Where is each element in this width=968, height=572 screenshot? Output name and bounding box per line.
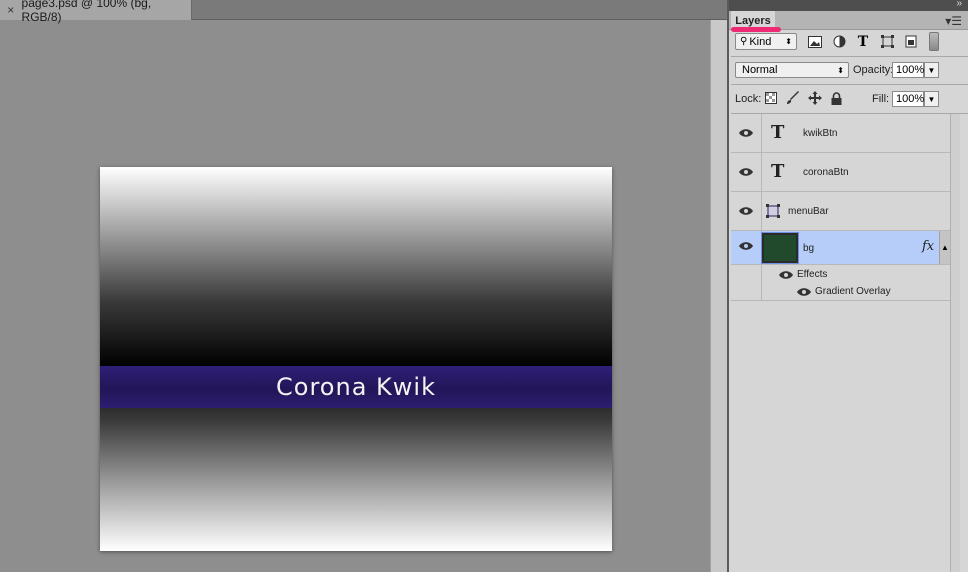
divider — [731, 84, 968, 85]
visibility-column-divider — [761, 114, 762, 152]
panel-dock-bar: » — [729, 0, 968, 11]
panel-header: Layers ▾☰ — [729, 11, 968, 32]
visibility-eye-icon[interactable] — [739, 128, 753, 138]
image-filter-icon[interactable] — [807, 34, 823, 49]
text-layer-thumbnail-icon: T — [771, 161, 785, 182]
select-arrows-icon: ⬍ — [785, 37, 792, 46]
effect-item-gradient-overlay[interactable]: Gradient Overlay — [731, 284, 950, 301]
layer-effects-fx-icon[interactable]: fx — [922, 239, 934, 254]
visibility-eye-icon[interactable] — [739, 167, 753, 177]
document-vertical-scrollbar[interactable] — [710, 20, 727, 572]
document-tab[interactable]: × page3.psd @ 100% (bg, RGB/8) — [0, 0, 192, 24]
layer-thumbnail — [762, 233, 798, 263]
fill-dropdown-icon[interactable]: ▼ — [924, 91, 939, 107]
filter-kind-label: Kind — [749, 35, 772, 48]
document-area: × page3.psd @ 100% (bg, RGB/8) Corona Kw… — [0, 0, 727, 572]
adjustment-filter-icon[interactable] — [831, 34, 847, 49]
fill-input[interactable]: 100% — [892, 91, 924, 107]
visibility-column-divider — [761, 284, 762, 300]
lock-label: Lock: — [735, 93, 762, 105]
blend-mode-select[interactable]: Normal ⬍ — [735, 62, 849, 78]
visibility-eye-icon[interactable] — [739, 206, 753, 216]
opacity-dropdown-icon[interactable]: ▼ — [924, 62, 939, 78]
menu-bar-layer-preview: Corona Kwik — [100, 366, 612, 408]
opacity-input[interactable]: 100% — [892, 62, 924, 78]
layer-row-menubar[interactable]: menuBar — [731, 192, 950, 231]
visibility-column-divider — [761, 153, 762, 191]
shape-layer-thumbnail-icon — [766, 204, 780, 218]
lock-image-pixels-brush-icon[interactable] — [785, 91, 800, 105]
smart-object-filter-icon[interactable] — [903, 34, 919, 49]
lock-transparent-pixels-icon[interactable] — [763, 91, 778, 105]
effects-label: Effects — [797, 269, 828, 280]
opacity-label: Opacity: — [853, 64, 894, 76]
layers-panel-scrollbar[interactable] — [950, 114, 960, 572]
layer-name[interactable]: menuBar — [788, 206, 829, 217]
search-icon: ⚲ — [740, 36, 748, 47]
visibility-eye-icon[interactable] — [739, 241, 753, 251]
canvas-title-text: Corona Kwik — [276, 373, 436, 401]
lock-position-move-icon[interactable] — [807, 91, 822, 105]
filter-toggle-switch[interactable] — [929, 32, 939, 51]
layer-row-coronabtn[interactable]: T coronaBtn — [731, 153, 950, 192]
layer-row-kwikbtn[interactable]: T kwikBtn — [731, 114, 950, 153]
collapse-panels-icon[interactable]: » — [956, 0, 962, 9]
visibility-eye-icon[interactable] — [779, 270, 793, 280]
lock-all-padlock-icon[interactable] — [829, 91, 844, 105]
select-arrows-icon: ⬍ — [837, 65, 844, 75]
tab-highlight-mark — [731, 27, 781, 32]
collapse-effects-arrow-icon[interactable]: ▲ — [939, 231, 950, 264]
blend-mode-value: Normal — [742, 64, 778, 76]
fill-label: Fill: — [872, 93, 890, 105]
visibility-column-divider — [761, 192, 762, 230]
shape-filter-icon[interactable] — [879, 34, 895, 49]
layer-name[interactable]: kwikBtn — [803, 128, 837, 139]
photoshop-window: × page3.psd @ 100% (bg, RGB/8) Corona Kw… — [0, 0, 968, 572]
layer-name[interactable]: coronaBtn — [803, 167, 849, 178]
effect-item-label: Gradient Overlay — [815, 286, 891, 297]
divider — [731, 56, 968, 57]
layer-row-bg[interactable]: bg fx ▲ — [731, 231, 950, 265]
layers-panel: » Layers ▾☰ ⚲ Kind ⬍ T Normal ⬍ Opacity:… — [727, 0, 968, 572]
text-layer-thumbnail-icon: T — [771, 122, 785, 143]
document-tab-bar: × page3.psd @ 100% (bg, RGB/8) — [0, 0, 727, 24]
panel-menu-icon[interactable]: ▾☰ — [945, 14, 962, 28]
effects-row[interactable]: Effects — [731, 265, 950, 284]
visibility-eye-icon[interactable] — [797, 287, 811, 297]
visibility-column-divider — [761, 265, 762, 284]
document-tab-title: page3.psd @ 100% (bg, RGB/8) — [21, 0, 152, 24]
filter-kind-select[interactable]: ⚲ Kind ⬍ — [735, 33, 797, 50]
type-filter-icon[interactable]: T — [855, 34, 871, 50]
close-icon[interactable]: × — [0, 3, 22, 17]
layer-name[interactable]: bg — [803, 243, 814, 254]
canvas[interactable]: Corona Kwik — [100, 167, 612, 551]
